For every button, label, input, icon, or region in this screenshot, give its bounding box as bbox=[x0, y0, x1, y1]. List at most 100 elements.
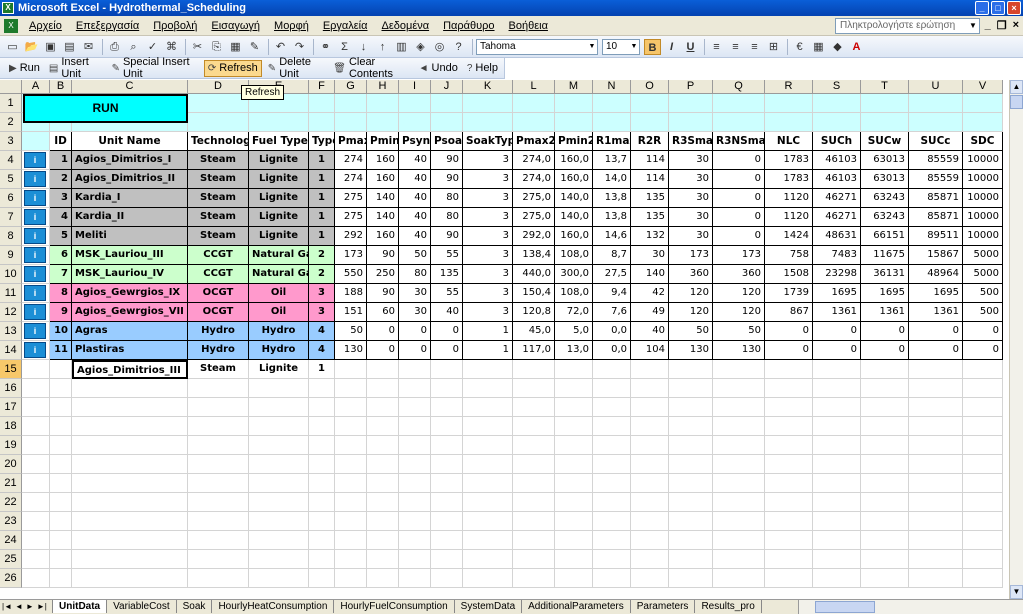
unit-value-cell[interactable]: 46103 bbox=[813, 151, 861, 170]
unit-fuel-cell[interactable]: Hydro bbox=[249, 341, 309, 360]
grid-cell[interactable] bbox=[963, 398, 1003, 417]
grid-cell[interactable] bbox=[963, 512, 1003, 531]
row-header[interactable]: 11 bbox=[0, 284, 22, 303]
unit-fuel-cell[interactable]: Lignite bbox=[249, 208, 309, 227]
unit-fuel-cell[interactable]: Lignite bbox=[249, 170, 309, 189]
unit-id-cell[interactable]: 7 bbox=[50, 265, 72, 284]
unit-value-cell[interactable]: 50 bbox=[335, 322, 367, 341]
grid-cell[interactable] bbox=[909, 398, 963, 417]
grid-cell[interactable] bbox=[631, 360, 669, 379]
unit-value-cell[interactable]: 275,0 bbox=[513, 189, 555, 208]
unit-value-cell[interactable]: 13,7 bbox=[593, 151, 631, 170]
grid-cell[interactable] bbox=[399, 398, 431, 417]
row-header[interactable]: 15 bbox=[0, 360, 22, 379]
unit-value-cell[interactable]: 5,0 bbox=[555, 322, 593, 341]
unit-value-cell[interactable]: 63013 bbox=[861, 151, 909, 170]
grid-cell[interactable] bbox=[909, 379, 963, 398]
maximize-button[interactable]: □ bbox=[991, 1, 1005, 15]
unit-value-cell[interactable]: 0 bbox=[909, 341, 963, 360]
grid-cell[interactable] bbox=[669, 379, 713, 398]
grid-cell[interactable] bbox=[813, 512, 861, 531]
unit-type-cell[interactable]: 1 bbox=[309, 189, 335, 208]
unit-value-cell[interactable]: 274 bbox=[335, 170, 367, 189]
unit-fuel-cell[interactable]: Hydro bbox=[249, 322, 309, 341]
undo-icon[interactable]: ↶ bbox=[272, 39, 289, 55]
grid-cell[interactable] bbox=[50, 550, 72, 569]
grid-cell[interactable] bbox=[309, 569, 335, 588]
grid-cell[interactable] bbox=[513, 94, 555, 113]
grid-cell[interactable] bbox=[631, 113, 669, 132]
unit-value-cell[interactable]: 90 bbox=[431, 227, 463, 246]
unit-value-cell[interactable]: 140 bbox=[631, 265, 669, 284]
grid-cell[interactable] bbox=[249, 113, 309, 132]
unit-value-cell[interactable]: 867 bbox=[765, 303, 813, 322]
help-question-box[interactable]: Πληκτρολογήστε ερώτηση ▼ bbox=[835, 18, 980, 34]
grid-cell[interactable] bbox=[813, 379, 861, 398]
grid-cell[interactable] bbox=[813, 531, 861, 550]
grid-cell[interactable] bbox=[188, 398, 249, 417]
unit-value-cell[interactable]: 5000 bbox=[963, 246, 1003, 265]
grid-cell[interactable] bbox=[335, 493, 367, 512]
grid-cell[interactable] bbox=[861, 531, 909, 550]
grid-cell[interactable] bbox=[963, 569, 1003, 588]
minimize-button[interactable]: _ bbox=[975, 1, 989, 15]
run-button[interactable]: RUN bbox=[23, 94, 188, 123]
grid-cell[interactable] bbox=[669, 113, 713, 132]
sheet-tab-results_pro[interactable]: Results_pro bbox=[695, 600, 762, 613]
font-size-select[interactable]: 10 ▼ bbox=[602, 38, 640, 55]
grid-cell[interactable] bbox=[765, 550, 813, 569]
unit-value-cell[interactable]: 10000 bbox=[963, 208, 1003, 227]
unit-type-cell[interactable]: 4 bbox=[309, 341, 335, 360]
grid-cell[interactable] bbox=[335, 417, 367, 436]
unit-info-button[interactable]: i bbox=[24, 285, 46, 301]
grid-cell[interactable] bbox=[309, 493, 335, 512]
grid-cell[interactable] bbox=[631, 455, 669, 474]
row-header[interactable]: 25 bbox=[0, 550, 22, 569]
menu-item[interactable]: Δεδομένα bbox=[375, 16, 437, 36]
unit-value-cell[interactable]: 160,0 bbox=[555, 227, 593, 246]
new-unit-type-cell[interactable]: 1 bbox=[309, 360, 335, 379]
grid-cell[interactable] bbox=[22, 132, 50, 151]
unit-value-cell[interactable]: 0 bbox=[963, 322, 1003, 341]
grid-cell[interactable] bbox=[22, 398, 50, 417]
new-unit-name-cell[interactable]: Agios_Dimitrios_III bbox=[72, 360, 188, 379]
column-header-c[interactable]: C bbox=[72, 80, 188, 94]
grid-cell[interactable] bbox=[513, 550, 555, 569]
unit-id-cell[interactable]: 1 bbox=[50, 151, 72, 170]
unit-value-cell[interactable]: 80 bbox=[431, 208, 463, 227]
sheet-tab-unitdata[interactable]: UnitData bbox=[52, 600, 108, 613]
grid-cell[interactable] bbox=[593, 550, 631, 569]
unit-value-cell[interactable]: 108,0 bbox=[555, 284, 593, 303]
grid-cell[interactable] bbox=[909, 474, 963, 493]
unit-value-cell[interactable]: 46271 bbox=[813, 189, 861, 208]
column-header-b[interactable]: B bbox=[50, 80, 72, 94]
unit-tech-cell[interactable]: OCGT bbox=[188, 284, 249, 303]
grid-cell[interactable] bbox=[335, 360, 367, 379]
grid-cell[interactable] bbox=[631, 569, 669, 588]
grid-cell[interactable] bbox=[909, 531, 963, 550]
unit-info-button[interactable]: i bbox=[24, 342, 46, 358]
grid-cell[interactable] bbox=[50, 379, 72, 398]
unit-value-cell[interactable]: 0 bbox=[813, 322, 861, 341]
grid-cell[interactable] bbox=[713, 512, 765, 531]
grid-cell[interactable] bbox=[309, 455, 335, 474]
unit-value-cell[interactable]: 1695 bbox=[861, 284, 909, 303]
unit-value-cell[interactable]: 0 bbox=[367, 322, 399, 341]
grid-cell[interactable] bbox=[713, 94, 765, 113]
grid-cell[interactable] bbox=[72, 398, 188, 417]
unit-value-cell[interactable]: 45,0 bbox=[513, 322, 555, 341]
unit-info-button[interactable]: i bbox=[24, 266, 46, 282]
unit-id-cell[interactable]: 8 bbox=[50, 284, 72, 303]
grid-cell[interactable] bbox=[669, 455, 713, 474]
unit-value-cell[interactable]: 3 bbox=[463, 246, 513, 265]
grid-cell[interactable] bbox=[513, 360, 555, 379]
unit-value-cell[interactable]: 0 bbox=[861, 322, 909, 341]
sheet-tab-soak[interactable]: Soak bbox=[176, 600, 213, 613]
merge-center-icon[interactable]: ⊞ bbox=[765, 39, 782, 55]
unit-value-cell[interactable]: 8,7 bbox=[593, 246, 631, 265]
permission-icon[interactable]: ▤ bbox=[61, 39, 78, 55]
unit-value-cell[interactable]: 40 bbox=[399, 151, 431, 170]
grid-cell[interactable] bbox=[713, 493, 765, 512]
grid-cell[interactable] bbox=[249, 455, 309, 474]
toolbar-help-button[interactable]: ? Help bbox=[464, 60, 501, 77]
